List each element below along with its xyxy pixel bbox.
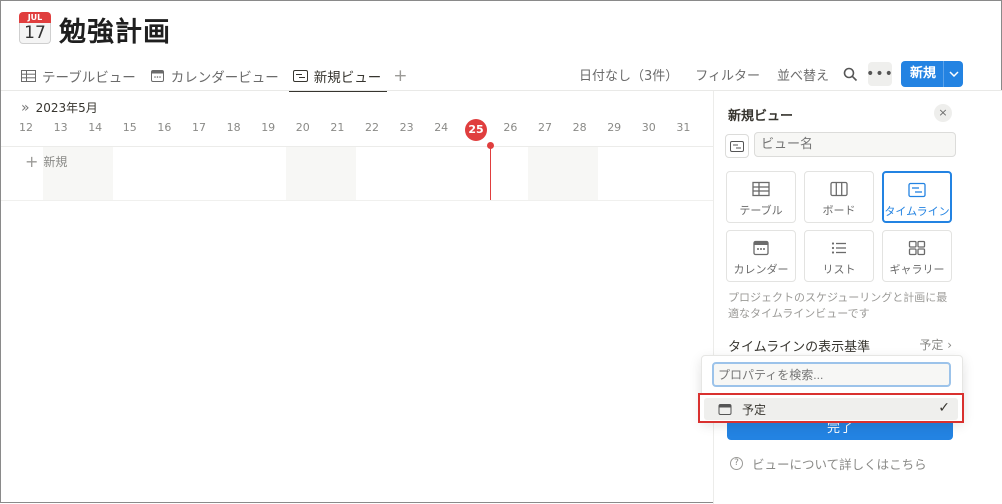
layout-label: リスト	[822, 263, 856, 276]
chevron-down-icon[interactable]	[943, 61, 963, 87]
timeline-day: 24	[434, 121, 449, 134]
layout-timeline-option[interactable]: タイムライン	[882, 171, 952, 223]
timeline-day: 30	[641, 121, 656, 134]
chevron-right-icon: ›	[947, 338, 952, 352]
layout-label: ギャラリー	[889, 263, 945, 276]
more-options-button[interactable]: •••	[866, 62, 893, 86]
timeline-basis-value: 予定 ›	[919, 338, 952, 352]
close-icon[interactable]: ×	[934, 104, 952, 122]
sort-button[interactable]: 並べ替え	[777, 65, 829, 84]
tab-new-view[interactable]: 新規ビュー	[288, 62, 387, 92]
timeline-day: 26	[503, 121, 518, 134]
view-toolbar: 日付なし（3件） フィルター 並べ替え ••• 新規	[562, 61, 963, 87]
property-option-highlight: 予定 ✓	[698, 393, 964, 423]
layout-label: ボード	[822, 204, 856, 217]
add-view-icon[interactable]: +	[393, 66, 407, 86]
timeline-month: 2023年5月	[35, 101, 98, 115]
view-icon-picker[interactable]	[725, 134, 749, 158]
calendar-icon	[753, 240, 769, 256]
layout-gallery-option[interactable]: ギャラリー	[882, 230, 952, 282]
calendar-icon	[150, 70, 164, 82]
view-name-input[interactable]	[754, 132, 956, 157]
timeline-icon	[730, 140, 744, 152]
new-view-panel: 新規ビュー × テーブル ボード タイムライン カレンダー リスト ギャラリー	[713, 91, 1002, 504]
timeline-icon	[292, 70, 308, 82]
timeline-day: 23	[399, 121, 414, 134]
list-icon	[831, 242, 846, 254]
timeline-day: 17	[192, 121, 206, 134]
timeline-basis-row[interactable]: タイムラインの表示基準 予定 ›	[728, 336, 952, 355]
timeline-day: 21	[330, 121, 345, 134]
new-button-label: 新規	[909, 66, 936, 81]
timeline-day: 20	[295, 121, 310, 134]
today-marker: 25	[465, 119, 487, 141]
timeline-divider	[1, 146, 713, 147]
calendar-emoji-icon[interactable]: JUL 17	[19, 12, 51, 44]
timeline-day: 15	[122, 121, 137, 134]
tab-table-view[interactable]: テーブルビュー	[21, 62, 136, 90]
app-window: JUL 17 勉強計画 テーブルビュー カレンダービュー 新規ビュー + 日付な…	[0, 0, 1002, 504]
timeline-day: 22	[365, 121, 379, 134]
tab-label: 新規ビュー	[313, 70, 382, 86]
weekend-column	[286, 147, 356, 201]
table-icon	[21, 70, 36, 82]
no-date-button[interactable]: 日付なし（3件）	[579, 65, 678, 84]
timeline-day: 29	[607, 121, 622, 134]
timeline-basis-label: タイムラインの表示基準	[728, 340, 871, 355]
new-item-label: 新規	[43, 155, 68, 169]
table-icon	[752, 181, 770, 197]
help-link[interactable]: ? ビューについて詳しくはこちら	[730, 454, 927, 473]
weekend-column	[528, 147, 598, 201]
timeline-day: 14	[88, 121, 103, 134]
timeline-day: 16	[157, 121, 172, 134]
timeline-day: 27	[538, 121, 552, 134]
tab-label: テーブルビュー	[42, 70, 136, 86]
timeline-bottom-line	[1, 200, 713, 201]
property-search-input[interactable]	[712, 362, 951, 387]
timeline-new-item-button[interactable]: + 新規	[25, 152, 67, 171]
expand-chevrons-icon[interactable]: »	[21, 100, 30, 116]
timeline-day: 19	[261, 121, 276, 134]
timeline-icon	[908, 182, 926, 198]
new-button[interactable]: 新規	[900, 61, 963, 87]
filter-button[interactable]: フィルター	[695, 65, 760, 84]
timeline-header: » 2023年5月	[21, 99, 98, 116]
page-title[interactable]: 勉強計画	[59, 10, 171, 49]
search-icon[interactable]	[843, 67, 858, 82]
layout-list-option[interactable]: リスト	[804, 230, 874, 282]
layout-label: カレンダー	[733, 263, 789, 276]
layout-label: テーブル	[739, 204, 783, 217]
check-icon: ✓	[938, 400, 950, 416]
plus-icon: +	[25, 152, 39, 171]
help-icon: ?	[730, 457, 743, 470]
tab-calendar-view[interactable]: カレンダービュー	[150, 62, 279, 90]
timeline-day: 13	[53, 121, 68, 134]
timeline-day: 31	[676, 121, 691, 134]
property-option-label: 予定	[742, 402, 767, 417]
layout-board-option[interactable]: ボード	[804, 171, 874, 223]
layout-description: プロジェクトのスケジューリングと計画に最適なタイムラインビューです	[728, 291, 948, 320]
timeline-day: 28	[572, 121, 587, 134]
layout-label: タイムライン	[884, 205, 950, 218]
property-option-schedule[interactable]: 予定 ✓	[704, 398, 958, 420]
today-line	[490, 145, 491, 201]
board-icon	[830, 181, 848, 197]
timeline-days: 12 13 14 15 16 17 18 19 20 21 22 23 24 26 27 28 29 30 31	[1, 121, 713, 141]
layout-table-option[interactable]: テーブル	[726, 171, 796, 223]
layout-calendar-option[interactable]: カレンダー	[726, 230, 796, 282]
calendar-icon	[718, 403, 732, 415]
timeline-day: 18	[226, 121, 241, 134]
panel-title: 新規ビュー	[728, 109, 794, 124]
view-tabs: テーブルビュー カレンダービュー 新規ビュー +	[21, 61, 407, 92]
help-label: ビューについて詳しくはこちら	[752, 457, 927, 472]
timeline-day: 12	[19, 121, 33, 134]
tab-label: カレンダービュー	[170, 70, 279, 86]
gallery-icon	[908, 240, 926, 256]
